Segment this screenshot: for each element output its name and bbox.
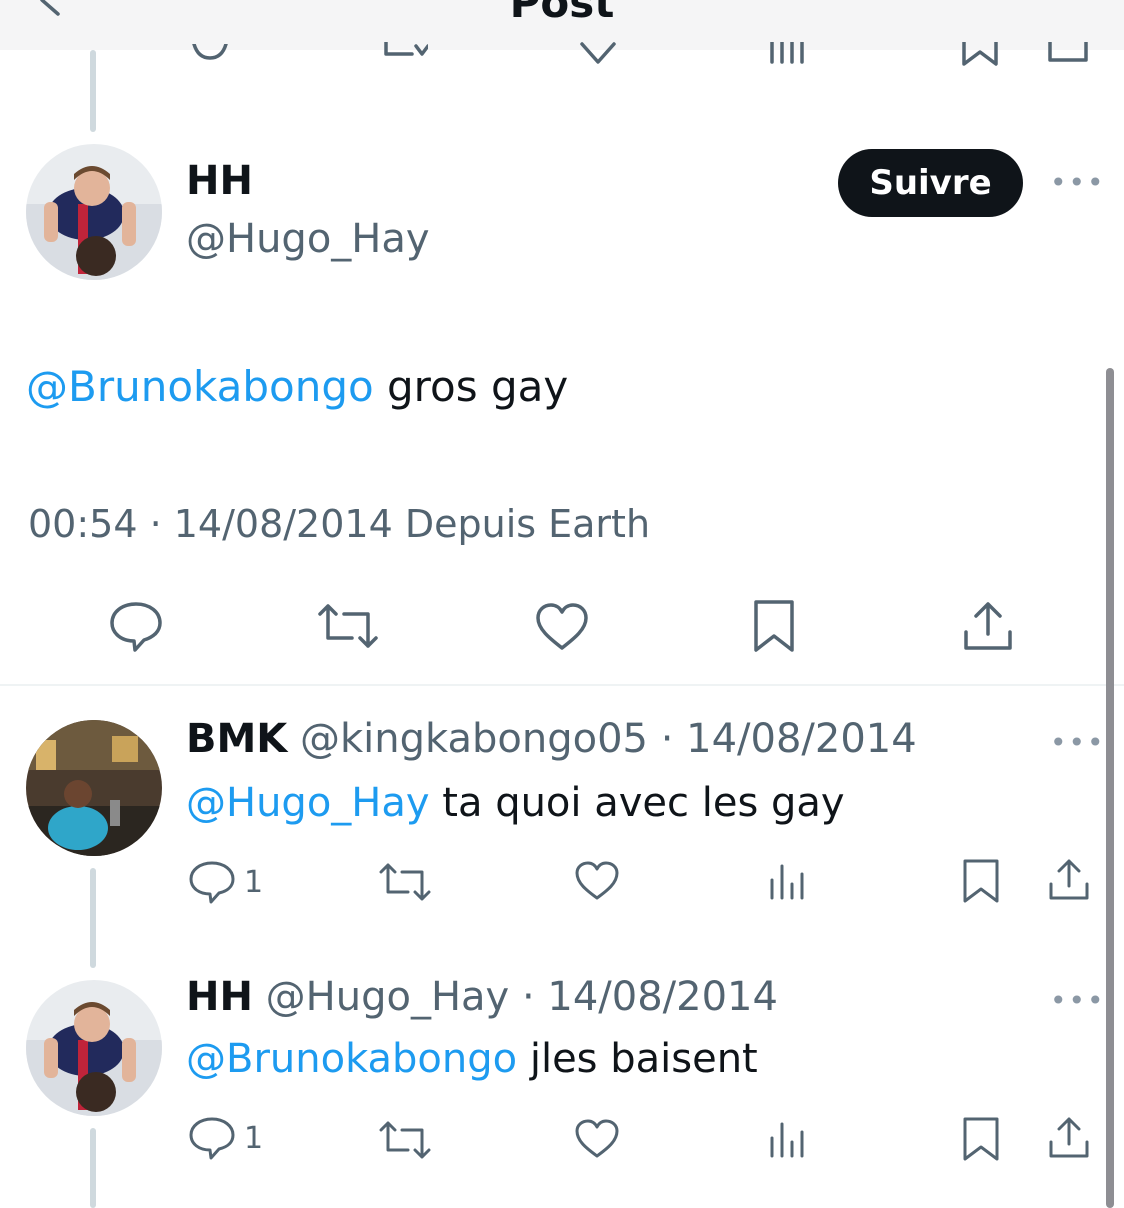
reply-button[interactable]: 1 (188, 860, 263, 904)
share-icon[interactable] (1046, 1114, 1092, 1160)
page-title: Post (509, 0, 615, 27)
author-name[interactable]: BMK (186, 716, 287, 762)
avatar[interactable] (26, 144, 162, 280)
bookmark-icon[interactable] (752, 598, 796, 654)
scrollbar[interactable] (1106, 368, 1114, 1208)
follow-button[interactable]: Suivre (838, 149, 1023, 217)
more-options-icon[interactable]: ••• (1050, 166, 1106, 199)
reply-count: 1 (244, 1120, 264, 1156)
reply-count: 1 (244, 864, 264, 900)
bookmark-icon[interactable] (962, 858, 1000, 904)
retweet-icon[interactable] (378, 862, 432, 902)
tweet-timestamp[interactable]: 00:54 · 14/08/2014 Depuis Earth (28, 502, 650, 546)
more-options-icon[interactable]: ••• (1050, 726, 1106, 759)
share-icon[interactable] (1046, 42, 1090, 66)
author-handle[interactable]: @Hugo_Hay (266, 974, 510, 1020)
thread-line (90, 50, 96, 132)
author-name[interactable]: HH (186, 974, 253, 1020)
share-icon[interactable] (1046, 856, 1092, 902)
tweet-body: gros gay (373, 362, 569, 411)
retweet-icon[interactable] (382, 42, 428, 64)
views-icon[interactable] (768, 862, 808, 902)
retweet-icon[interactable] (316, 602, 380, 650)
more-options-icon[interactable]: ••• (1050, 984, 1106, 1017)
reply-header: BMK @kingkabongo05 · 14/08/2014 (186, 716, 917, 762)
tweet-body: ta quoi avec les gay (429, 780, 845, 826)
tweet-text: @Brunokabongo jles baisent (186, 1036, 758, 1082)
bookmark-icon[interactable] (960, 42, 1000, 68)
thread-line (90, 1128, 96, 1208)
mention-link[interactable]: @Hugo_Hay (186, 780, 430, 826)
reply-date[interactable]: · 14/08/2014 (509, 974, 778, 1020)
views-icon[interactable] (768, 1120, 808, 1160)
avatar[interactable] (26, 980, 162, 1116)
share-icon[interactable] (960, 598, 1016, 654)
tweet-body: jles baisent (517, 1036, 758, 1082)
reply-date[interactable]: · 14/08/2014 (648, 716, 917, 762)
tweet-text: @Hugo_Hay ta quoi avec les gay (186, 780, 845, 826)
reply-header: HH @Hugo_Hay · 14/08/2014 (186, 974, 778, 1020)
reply-icon[interactable] (190, 44, 230, 64)
reply-button[interactable]: 1 (188, 1116, 263, 1160)
like-icon[interactable] (574, 860, 620, 902)
divider (0, 684, 1124, 686)
bookmark-icon[interactable] (962, 1116, 1000, 1162)
author-name[interactable]: HH (186, 158, 253, 204)
views-icon[interactable] (768, 42, 808, 64)
tweet-text: @Brunokabongo gros gay (26, 362, 568, 411)
avatar[interactable] (26, 720, 162, 856)
author-handle[interactable]: @Hugo_Hay (186, 216, 430, 262)
like-icon[interactable] (578, 42, 618, 66)
thread-line (90, 868, 96, 968)
reply-icon[interactable] (108, 600, 164, 652)
reply-icon (189, 1117, 235, 1160)
mention-link[interactable]: @Brunokabongo (186, 1036, 517, 1082)
like-icon[interactable] (574, 1118, 620, 1160)
reply-icon (189, 861, 235, 904)
mention-link[interactable]: @Brunokabongo (26, 362, 374, 411)
author-handle[interactable]: @kingkabongo05 (300, 716, 648, 762)
retweet-icon[interactable] (378, 1120, 432, 1160)
like-icon[interactable] (534, 602, 590, 652)
